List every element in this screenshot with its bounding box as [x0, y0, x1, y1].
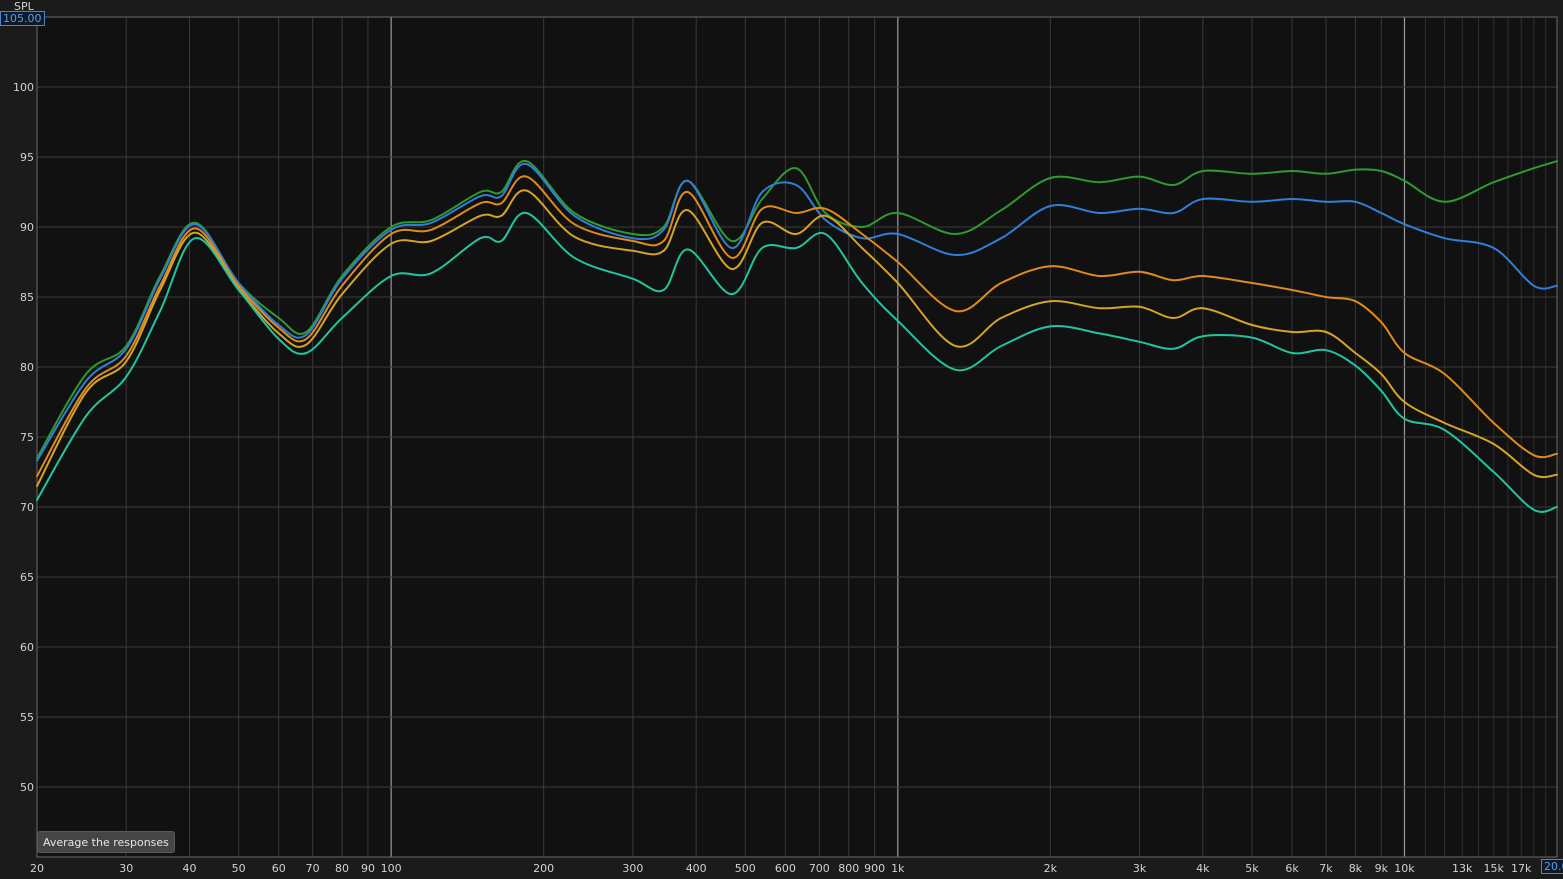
y-tick-label: 85 [20, 291, 34, 304]
x-tick-label: 300 [622, 862, 643, 875]
y-tick-label: 100 [13, 81, 34, 94]
x-tick-label: 80 [335, 862, 349, 875]
x-tick-label: 30 [119, 862, 133, 875]
x-tick-label: 3k [1133, 862, 1147, 875]
x-tick-label: 50 [232, 862, 246, 875]
frequency-response-chart: 100 95 90 85 80 75 70 65 60 55 50 20 30 40 50 60 70 80 90… [13, 0, 1558, 875]
x-tick-label: 600 [775, 862, 796, 875]
x-tick-labels: 20 30 40 50 60 70 80 90 100 200 300 400 500 600 700 800… [30, 862, 1532, 875]
y-tick-label: 65 [20, 571, 34, 584]
x-tick-label: 70 [306, 862, 320, 875]
y-tick-labels: 100 95 90 85 80 75 70 65 60 55 50 [13, 81, 34, 794]
x-tick-label: 500 [735, 862, 756, 875]
x-tick-label: 17k [1511, 862, 1532, 875]
average-responses-button[interactable]: Average the responses [37, 831, 175, 853]
y-tick-label: 55 [20, 711, 34, 724]
x-tick-label: 15k [1484, 862, 1505, 875]
x-tick-label: 100 [381, 862, 402, 875]
x-tick-label: 5k [1245, 862, 1259, 875]
y-tick-label: 95 [20, 151, 34, 164]
y-tick-label: 75 [20, 431, 34, 444]
x-tick-label: 13k [1452, 862, 1473, 875]
x-tick-label: 200 [533, 862, 554, 875]
y-max-input[interactable]: 105.00 [0, 11, 45, 26]
x-tick-label: 8k [1349, 862, 1363, 875]
x-tick-label: 6k [1285, 862, 1299, 875]
y-tick-label: 50 [20, 781, 34, 794]
x-tick-label: 400 [686, 862, 707, 875]
x-max-input[interactable]: 20.0 [1541, 859, 1563, 874]
y-tick-label: 90 [20, 221, 34, 234]
y-tick-label: 80 [20, 361, 34, 374]
x-tick-label: 60 [272, 862, 286, 875]
y-tick-label: 70 [20, 501, 34, 514]
x-tick-label: 9k [1375, 862, 1389, 875]
x-tick-label: 2k [1044, 862, 1058, 875]
x-tick-label: 700 [809, 862, 830, 875]
x-tick-label: 1k [891, 862, 905, 875]
y-tick-label: 60 [20, 641, 34, 654]
x-tick-label: 4k [1196, 862, 1210, 875]
x-tick-label: 800 [838, 862, 859, 875]
x-tick-label: 40 [183, 862, 197, 875]
x-tick-label: 90 [361, 862, 375, 875]
x-tick-label: 20 [30, 862, 44, 875]
x-tick-label: 900 [864, 862, 885, 875]
x-tick-label: 7k [1319, 862, 1333, 875]
x-tick-label: 10k [1394, 862, 1415, 875]
